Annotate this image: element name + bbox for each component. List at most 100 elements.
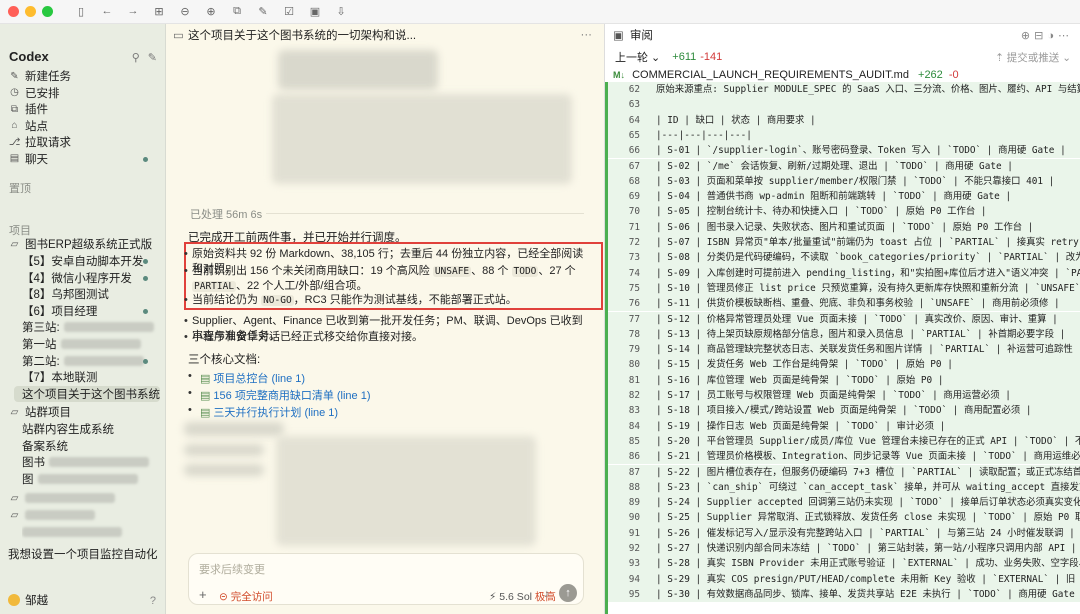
project-folder[interactable]: ▱ 图书ERP超级系统正式版 (8, 236, 158, 252)
line-number: 71 (628, 221, 640, 233)
grid-icon[interactable]: ⊞ (153, 5, 165, 18)
sidebar-item-label: 已安排 (25, 87, 60, 100)
add-attachment-icon[interactable]: + (199, 587, 207, 602)
user-account[interactable]: 邹越 (8, 592, 48, 608)
sidebar-item-1[interactable]: ◷ 已安排 (8, 85, 158, 101)
diff-line: 87 | S-22 | 图片槽位表存在，但服务仍硬编码 7+3 槽位 | `PAR… (608, 464, 1080, 480)
sidebar-item-4[interactable]: ⎇ 拉取请求 (8, 134, 158, 150)
diff-line: 79 | S-14 | 商品管理缺完整状态日志、关联发货任务和图片详情 | `PA… (608, 342, 1080, 358)
chat-pane: ▭ 这个项目关于这个图书系统的一切架构和说... ··· 已处理 56m 6s … (166, 24, 604, 614)
thread-label: 第一站 (22, 339, 57, 351)
sidebar-thread[interactable]: 【7】本地联测 (22, 369, 158, 385)
zoom-in-icon[interactable]: ⊕ (205, 5, 217, 18)
more-icon[interactable]: ··· (581, 29, 593, 41)
line-content: | S-12 | 价格异常管理员处理 Vue 页面未接 | `TODO` | 真… (656, 313, 1058, 325)
line-content: | S-17 | 员工账号与权限管理 Web 页面是纯骨架 | `TODO` |… (656, 390, 1011, 401)
previous-round-dropdown[interactable]: 上一轮 ⌄ (615, 49, 660, 65)
markdown-icon: M↓ (613, 70, 625, 80)
changed-file[interactable]: M↓ COMMERCIAL_LAUNCH_REQUIREMENTS_AUDIT.… (613, 69, 959, 81)
list-item: 当前结论仍为 NO-GO，RC3 只能作为测试基线，不能部署正式站。 (184, 293, 592, 308)
sidebar-item-label: 新建任务 (25, 71, 71, 83)
file-icon: ▤ (200, 390, 211, 402)
sidebar-thread[interactable] (22, 524, 158, 540)
copy-icon[interactable]: ⧉ (231, 5, 243, 18)
doc-link[interactable]: ▤项目总控台 (line 1) (188, 370, 306, 386)
close-window-button[interactable] (8, 6, 19, 17)
sidebar-thread[interactable]: 图 (22, 471, 158, 487)
sidebar-thread[interactable]: 第三站: (22, 319, 158, 335)
sidebar-thread[interactable]: 【4】微信小程序开发 (22, 270, 158, 286)
project-folder[interactable]: ▱ 站群项目 (8, 404, 158, 420)
thread-label: 【8】乌邦图测试 (22, 289, 109, 302)
review-actions-icon[interactable]: ⊕⊟◑⋯ (1021, 29, 1073, 42)
total-additions: +611 (672, 51, 697, 63)
compose-icon[interactable]: ✎ (148, 51, 157, 64)
review-icon: ▣ (613, 30, 624, 42)
doc-link-label: 项目总控台 (line 1) (213, 373, 306, 385)
sidebar-item-5[interactable]: ▤ 聊天 (8, 151, 158, 167)
doc-link[interactable]: ▤156 项完整商用缺口清单 (line 1) (188, 387, 370, 403)
sidebar: Codex ⚲ ✎ ✎ 新建任务 ◷ 已安排 ⧉ 插件 ⌂ 站点 ⎇ 拉取请求 ▤ 聊天 置顶 项目 … (0, 24, 166, 614)
help-icon[interactable]: ? (150, 595, 156, 607)
sidebar-thread[interactable]: 我想设置一个项目监控自动化。先回 (8, 546, 158, 562)
mic-icon[interactable]: ♪ (544, 588, 550, 600)
line-number: 70 (628, 206, 640, 218)
sidebar-thread[interactable]: 第二站: (22, 353, 158, 369)
file-additions: +262 (918, 69, 943, 81)
filter-icon[interactable]: ⚲ (132, 51, 140, 64)
submit-or-push-button[interactable]: ⇡ 提交或推送 ⌄ (995, 50, 1071, 65)
line-number: 92 (628, 543, 640, 554)
diff-line: 78 | S-13 | 待上架页缺原规格部分信息，图片和录入员信息 | `PART… (608, 326, 1080, 343)
sidebar-toggle-icon[interactable]: ▯ (75, 5, 87, 18)
edit-icon[interactable]: ✎ (257, 5, 269, 18)
composer-input[interactable]: 要求后续变更 (199, 561, 265, 577)
line-content: | S-29 | 真实 COS presign/PUT/HEAD/complet… (656, 573, 1080, 585)
nav-icon: ⎇ (8, 136, 21, 148)
sidebar-thread[interactable]: 图书 (22, 454, 158, 470)
folder-icon: ▱ (10, 509, 19, 521)
sidebar-item-2[interactable]: ⧉ 插件 (8, 101, 158, 117)
folder-open-icon: ▱ (10, 406, 19, 418)
sidebar-item-0[interactable]: ✎ 新建任务 (8, 68, 158, 84)
forward-arrow-icon[interactable]: → (127, 5, 139, 18)
review-header: ▣ 审阅 ⊕⊟◑⋯ (605, 24, 1080, 46)
line-number: 83 (628, 405, 640, 417)
line-content: | S-30 | 有效数据商品同步、锁库、接单、发货共享站 E2E 未执行 | … (656, 588, 1080, 600)
sidebar-thread[interactable]: 备案系统 (22, 438, 158, 454)
download-icon[interactable]: ⇩ (335, 5, 347, 18)
send-button[interactable]: ↑ (559, 584, 577, 602)
sidebar-thread[interactable]: 【5】安卓自动脚本开发 (22, 253, 158, 269)
avatar (8, 594, 20, 606)
redacted-text (37, 473, 138, 484)
window-toolbar: ▯ ← → ⊞ ⊖ ⊕ ⧉ ✎ ☑ ▣ ⇩ (0, 0, 1080, 24)
line-number: 73 (628, 252, 640, 264)
line-content: 原始来源重点: Supplier MODULE_SPEC 的 SaaS 入口、三… (656, 84, 1080, 95)
zoom-out-icon[interactable]: ⊖ (179, 5, 191, 18)
diff-line: 90 | S-25 | Supplier 异常取消、正式锁释放、发货任务 clos… (608, 510, 1080, 526)
doc-link[interactable]: ▤三天并行执行计划 (line 1) (188, 404, 338, 420)
diff-line: 86 | S-21 | 管理员价格模板、Integration、同步记录等 Vue… (608, 449, 1080, 465)
access-mode-button[interactable]: ⊝ 完全访问 (219, 589, 273, 604)
maximize-window-button[interactable] (42, 6, 53, 17)
list-item: 小程序和安卓对话已经正式移交给你直接对接。 (184, 330, 592, 345)
image-icon[interactable]: ▣ (309, 5, 321, 18)
sidebar-thread[interactable]: 【8】乌邦图测试 (22, 286, 158, 302)
sidebar-thread[interactable]: 【6】项目经理 (22, 303, 158, 319)
checkbox-icon[interactable]: ☑ (283, 5, 295, 18)
minimize-window-button[interactable] (25, 6, 36, 17)
back-arrow-icon[interactable]: ← (101, 5, 113, 18)
nav-icon: ▤ (9, 153, 20, 164)
line-number: 75 (628, 282, 640, 294)
thread-label: 这个项目关于这个图书系统的一切架 (22, 388, 160, 401)
line-number: 69 (628, 191, 640, 203)
project-folder[interactable]: ▱ (8, 490, 158, 506)
sidebar-thread[interactable]: 第一站 (22, 336, 158, 352)
sidebar-thread[interactable]: 站群内容生成系统 (22, 421, 158, 437)
access-mode-label: 完全访问 (230, 591, 273, 603)
sidebar-thread[interactable]: 这个项目关于这个图书系统的一切架 (14, 385, 160, 402)
project-folder[interactable]: ▱ (8, 507, 158, 523)
line-number: 76 (628, 298, 640, 310)
sidebar-item-3[interactable]: ⌂ 站点 (8, 118, 158, 134)
review-pane: ▣ 审阅 ⊕⊟◑⋯ 上一轮 ⌄ +611 -141 ⇡ 提交或推送 ⌄ M↓ C… (604, 24, 1080, 614)
diff-line: 76 | S-11 | 供货价模板缺断档、重叠、兜底、非负和事务校验 | `UNS… (608, 296, 1080, 312)
